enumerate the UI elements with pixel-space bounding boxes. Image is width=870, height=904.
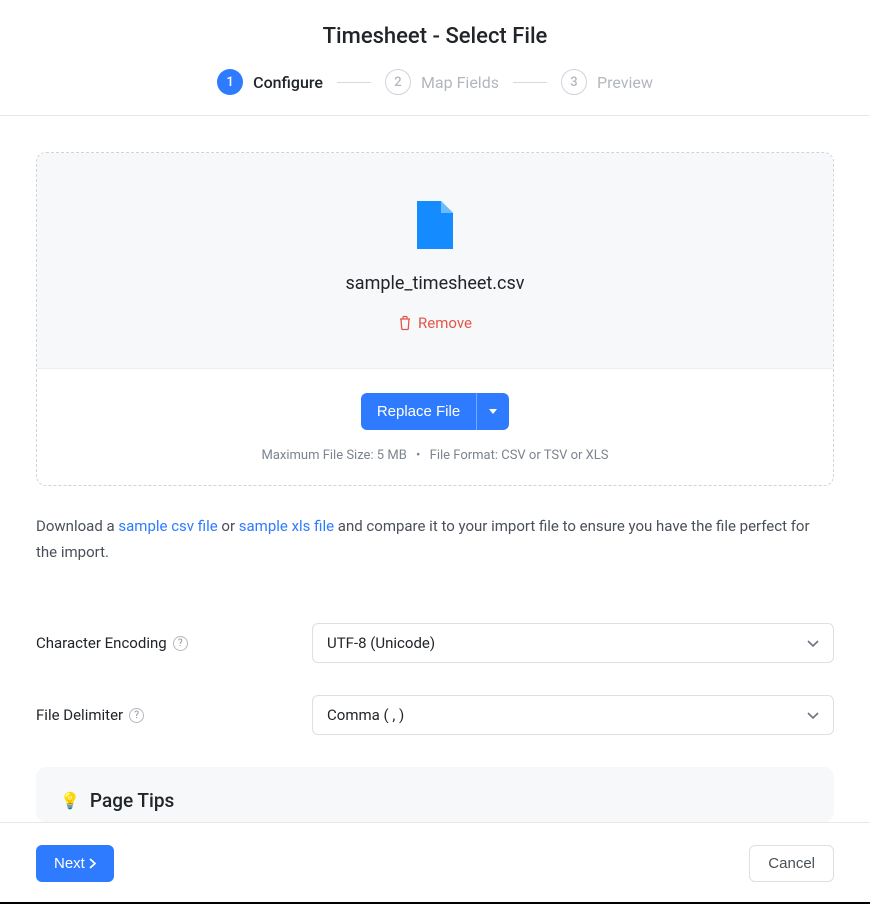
step-number: 3	[561, 69, 587, 95]
uploaded-file-name: sample_timesheet.csv	[346, 273, 525, 294]
step-configure[interactable]: 1 Configure	[217, 69, 323, 95]
stepper: 1 Configure 2 Map Fields 3 Preview	[0, 69, 870, 95]
hint-separator: •	[416, 448, 420, 463]
step-number: 1	[217, 69, 243, 95]
content-area: sample_timesheet.csv Remove Replace File…	[0, 116, 870, 822]
encoding-label: Character Encoding ?	[36, 634, 312, 652]
upload-card: sample_timesheet.csv Remove Replace File…	[36, 152, 834, 486]
page-header: Timesheet - Select File 1 Configure 2 Ma…	[0, 0, 870, 116]
download-sample-text: Download a sample csv file or sample xls…	[36, 514, 834, 565]
encoding-select[interactable]: UTF-8 (Unicode)	[312, 623, 834, 663]
chevron-right-icon	[89, 858, 96, 869]
encoding-row: Character Encoding ? UTF-8 (Unicode)	[36, 623, 834, 663]
delimiter-row: File Delimiter ? Comma ( , )	[36, 695, 834, 735]
step-label: Preview	[597, 73, 653, 92]
import-options: Character Encoding ? UTF-8 (Unicode) Fil…	[36, 623, 834, 735]
chevron-down-icon	[807, 640, 819, 647]
step-label: Map Fields	[421, 73, 499, 92]
delimiter-label: File Delimiter ?	[36, 706, 312, 724]
remove-file-button[interactable]: Remove	[398, 314, 472, 332]
step-separator	[337, 82, 371, 83]
upload-preview: sample_timesheet.csv Remove	[37, 153, 833, 368]
remove-label: Remove	[418, 314, 472, 332]
upload-actions: Replace File Maximum File Size: 5 MB • F…	[37, 368, 833, 485]
lightbulb-icon: 💡	[60, 791, 80, 810]
footer-bar: Next Cancel	[0, 822, 870, 904]
tips-title: Page Tips	[90, 789, 174, 812]
replace-button-group: Replace File	[361, 393, 509, 430]
step-preview: 3 Preview	[561, 69, 653, 95]
page-tips-card: 💡 Page Tips	[36, 767, 834, 822]
step-label: Configure	[253, 73, 323, 92]
help-icon[interactable]: ?	[129, 708, 144, 723]
trash-icon	[398, 315, 412, 331]
replace-file-button[interactable]: Replace File	[361, 393, 476, 430]
chevron-down-icon	[807, 712, 819, 719]
step-number: 2	[385, 69, 411, 95]
delimiter-value: Comma ( , )	[327, 706, 404, 724]
caret-down-icon	[489, 409, 497, 414]
encoding-value: UTF-8 (Unicode)	[327, 634, 435, 652]
hint-format: File Format: CSV or TSV or XLS	[430, 448, 609, 463]
help-icon[interactable]: ?	[173, 636, 188, 651]
next-button[interactable]: Next	[36, 845, 114, 882]
sample-xls-link[interactable]: sample xls file	[239, 517, 334, 535]
upload-hints: Maximum File Size: 5 MB • File Format: C…	[261, 448, 608, 463]
sample-csv-link[interactable]: sample csv file	[118, 517, 217, 535]
replace-file-dropdown[interactable]	[476, 393, 509, 430]
delimiter-select[interactable]: Comma ( , )	[312, 695, 834, 735]
step-separator	[513, 82, 547, 83]
hint-size: Maximum File Size: 5 MB	[261, 448, 406, 463]
step-map-fields: 2 Map Fields	[385, 69, 499, 95]
file-icon	[417, 201, 453, 249]
page-title: Timesheet - Select File	[0, 24, 870, 49]
cancel-button[interactable]: Cancel	[749, 845, 834, 882]
